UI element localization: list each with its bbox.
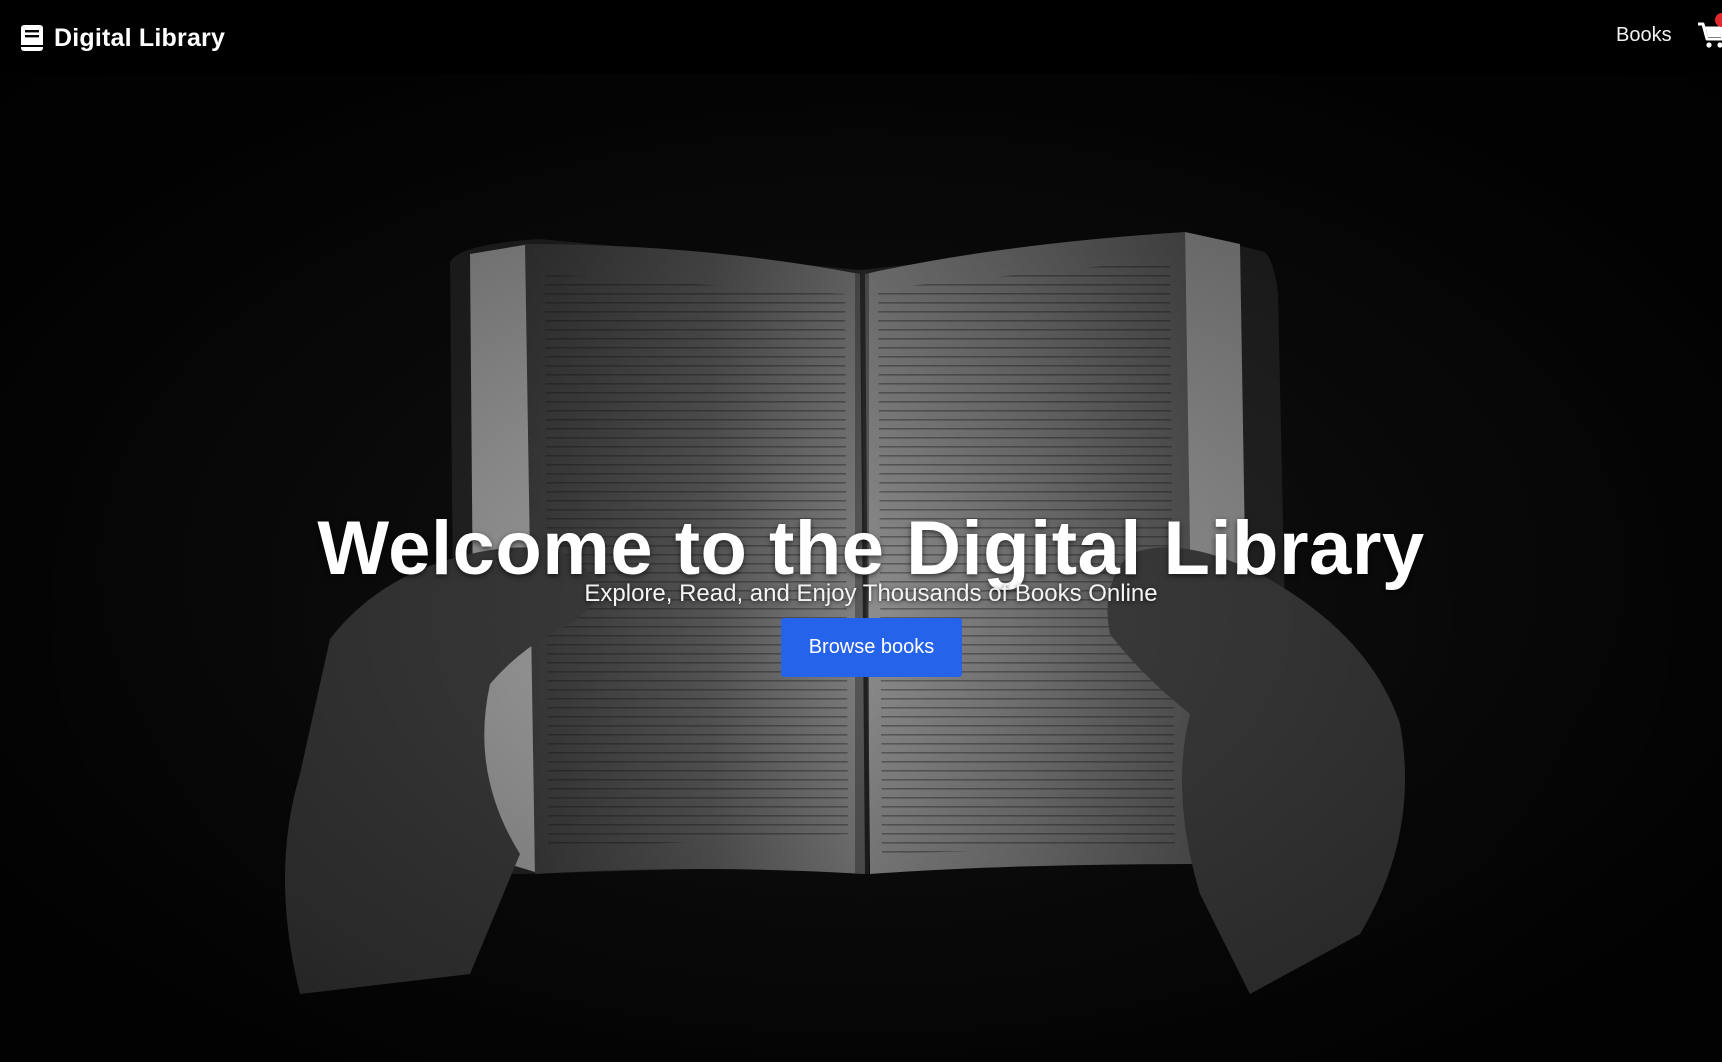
brand-name: Digital Library — [54, 23, 226, 52]
nav-link-books[interactable]: Books — [1616, 24, 1672, 47]
hero-title: Welcome to the Digital Library — [317, 505, 1425, 591]
book-icon — [21, 25, 43, 51]
brand-link[interactable]: Digital Library — [20, 20, 225, 56]
hero-subtitle: Explore, Read, and Enjoy Thousands of Bo… — [584, 580, 1158, 607]
browse-books-button[interactable]: Browse books — [781, 618, 962, 677]
navbar: Digital Library Books — [0, 0, 1722, 74]
hero-section: Welcome to the Digital Library Explore, … — [0, 74, 1722, 1062]
cart-count-badge — [1715, 13, 1722, 27]
